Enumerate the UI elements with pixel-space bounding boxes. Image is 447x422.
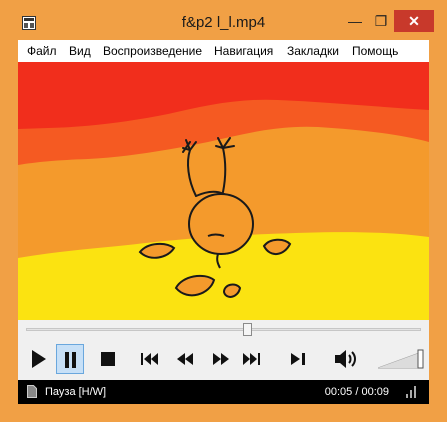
file-icon	[27, 385, 37, 398]
menu-file[interactable]: Файл	[27, 44, 57, 58]
play-icon	[32, 350, 46, 368]
time-display: 00:05 / 00:09	[324, 386, 389, 398]
player-window: f&p2 l_l.mp4 — ❐ ✕ Файл Вид Воспроизведе…	[0, 0, 447, 422]
mute-button[interactable]	[332, 344, 360, 374]
pause-button[interactable]	[56, 344, 84, 374]
fast-forward-button[interactable]	[207, 344, 235, 374]
signal-icon	[406, 386, 416, 398]
next-icon	[243, 353, 260, 365]
minimize-button[interactable]: —	[342, 10, 368, 32]
status-bar: Пауза [H/W] 00:05 / 00:09	[18, 380, 429, 404]
title-bar[interactable]: f&p2 l_l.mp4 — ❐ ✕	[0, 0, 447, 40]
play-button[interactable]	[24, 344, 52, 374]
status-text: Пауза [H/W]	[45, 386, 107, 398]
menu-bar: Файл Вид Воспроизведение Навигация Закла…	[18, 40, 429, 62]
speaker-icon	[335, 350, 356, 368]
menu-view[interactable]: Вид	[69, 44, 91, 58]
menu-navigation[interactable]: Навигация	[214, 44, 273, 58]
video-area[interactable]	[18, 62, 429, 320]
previous-icon	[141, 353, 158, 365]
rewind-button[interactable]	[172, 344, 200, 374]
menu-help[interactable]: Помощь	[352, 44, 398, 58]
video-frame	[18, 62, 429, 320]
frame-step-button[interactable]	[285, 344, 313, 374]
minimize-icon: —	[348, 13, 362, 29]
close-icon: ✕	[408, 13, 420, 29]
playback-controls	[18, 320, 429, 380]
menu-playback[interactable]: Воспроизведение	[103, 44, 202, 58]
stop-button[interactable]	[94, 344, 122, 374]
seek-thumb[interactable]	[242, 323, 252, 336]
next-button[interactable]	[237, 344, 265, 374]
pause-icon	[65, 352, 76, 368]
volume-slider[interactable]	[377, 348, 424, 370]
frame-step-icon	[291, 353, 305, 365]
close-button[interactable]: ✕	[394, 10, 434, 32]
menu-bookmarks[interactable]: Закладки	[287, 44, 339, 58]
fast-forward-icon	[213, 353, 229, 365]
stop-icon	[101, 352, 115, 366]
maximize-icon: ❐	[374, 13, 388, 29]
rewind-icon	[177, 353, 193, 365]
maximize-button[interactable]: ❐	[368, 10, 394, 32]
seek-bar[interactable]	[26, 328, 421, 331]
previous-button[interactable]	[137, 344, 165, 374]
